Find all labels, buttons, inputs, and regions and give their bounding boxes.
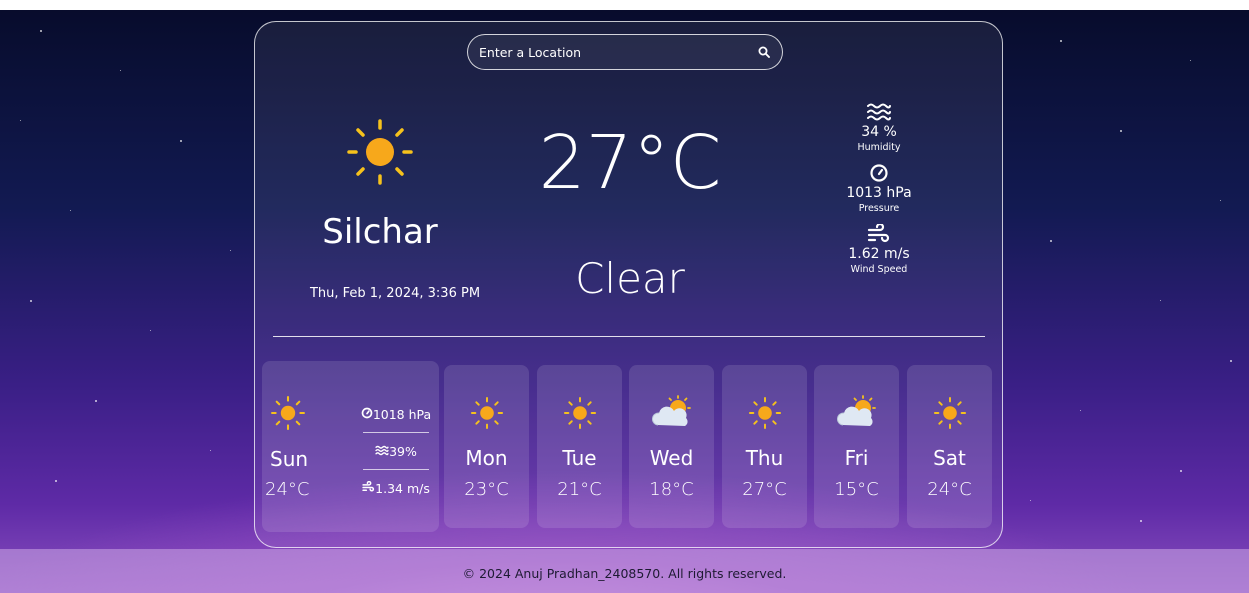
pressure-stat: 1013 hPa Pressure bbox=[820, 163, 938, 214]
current-datetime: Thu, Feb 1, 2024, 3:36 PM bbox=[309, 286, 481, 301]
forecast-day-card[interactable]: Thu 27°C bbox=[722, 365, 807, 528]
search-icon[interactable] bbox=[758, 43, 770, 62]
forecast-day-temp: 15°C bbox=[834, 479, 879, 500]
forecast-day-temp: 24°C bbox=[927, 479, 972, 500]
today-pressure: 1018 hPa bbox=[359, 405, 433, 423]
humidity-value: 34 % bbox=[861, 124, 897, 140]
forecast-day-name: Mon bbox=[465, 446, 508, 470]
sun-icon bbox=[537, 395, 622, 431]
search-bar[interactable] bbox=[467, 34, 783, 70]
pressure-gauge-icon bbox=[361, 407, 373, 422]
divider bbox=[363, 432, 429, 433]
forecast-day-card[interactable]: Sat 24°C bbox=[907, 365, 992, 528]
forecast-day-temp: 18°C bbox=[649, 479, 694, 500]
today-day-name: Sun bbox=[270, 447, 309, 471]
forecast-day-name: Tue bbox=[562, 446, 597, 470]
sun-icon bbox=[345, 117, 415, 191]
city-name: Silchar bbox=[322, 212, 438, 252]
location-search-input[interactable] bbox=[477, 43, 741, 61]
copyright-text: © 2024 Anuj Pradhan_2408570. All rights … bbox=[462, 566, 787, 581]
forecast-day-name: Thu bbox=[745, 446, 784, 470]
today-details: 1018 hPa 39% 1.34 m/s bbox=[359, 405, 433, 497]
footer: © 2024 Anuj Pradhan_2408570. All rights … bbox=[0, 549, 1249, 593]
sun-icon bbox=[722, 395, 807, 431]
today-wind-value: 1.34 m/s bbox=[375, 480, 430, 496]
wind-label: Wind Speed bbox=[850, 264, 908, 275]
humidity-icon bbox=[375, 444, 389, 459]
forecast-day-name: Wed bbox=[649, 446, 694, 470]
pressure-label: Pressure bbox=[858, 203, 900, 214]
forecast-day-card[interactable]: Tue 21°C bbox=[537, 365, 622, 528]
browser-top-edge bbox=[0, 0, 1249, 10]
forecast-day-name: Sat bbox=[933, 446, 966, 470]
wind-icon bbox=[362, 480, 375, 496]
current-temperature: 27°C bbox=[538, 120, 722, 206]
today-forecast-card[interactable]: Sun 24°C 1018 hPa 39% 1.34 m/s bbox=[262, 361, 439, 532]
sun-icon bbox=[270, 395, 306, 435]
forecast-day-name: Fri bbox=[844, 446, 869, 470]
forecast-day-temp: 21°C bbox=[557, 479, 602, 500]
weather-condition: Clear bbox=[575, 254, 685, 303]
sun-icon bbox=[907, 395, 992, 431]
today-humidity: 39% bbox=[359, 442, 433, 460]
humidity-icon bbox=[820, 102, 938, 122]
weather-stats: 34 % Humidity 1013 hPa Pressure 1.62 m/s… bbox=[820, 102, 938, 285]
wind-value: 1.62 m/s bbox=[848, 246, 910, 262]
today-temperature: 24°C bbox=[265, 479, 310, 500]
forecast-day-temp: 27°C bbox=[742, 479, 787, 500]
forecast-day-card[interactable]: Mon 23°C bbox=[444, 365, 529, 528]
cloud-sun-icon bbox=[629, 395, 714, 431]
pressure-gauge-icon bbox=[820, 163, 938, 183]
wind-icon bbox=[820, 224, 938, 244]
divider bbox=[273, 336, 985, 337]
cloud-sun-icon bbox=[814, 395, 899, 431]
forecast-day-card[interactable]: Fri 15°C bbox=[814, 365, 899, 528]
today-wind: 1.34 m/s bbox=[359, 479, 433, 497]
weather-card: Silchar Thu, Feb 1, 2024, 3:36 PM 27°C C… bbox=[254, 21, 1003, 548]
divider bbox=[363, 469, 429, 470]
forecast-day-temp: 23°C bbox=[464, 479, 509, 500]
wind-stat: 1.62 m/s Wind Speed bbox=[820, 224, 938, 275]
humidity-label: Humidity bbox=[857, 142, 901, 153]
today-pressure-value: 1018 hPa bbox=[372, 406, 432, 422]
today-humidity-value: 39% bbox=[389, 443, 417, 459]
humidity-stat: 34 % Humidity bbox=[820, 102, 938, 153]
pressure-value: 1013 hPa bbox=[846, 185, 912, 201]
forecast-day-card[interactable]: Wed 18°C bbox=[629, 365, 714, 528]
sun-icon bbox=[444, 395, 529, 431]
